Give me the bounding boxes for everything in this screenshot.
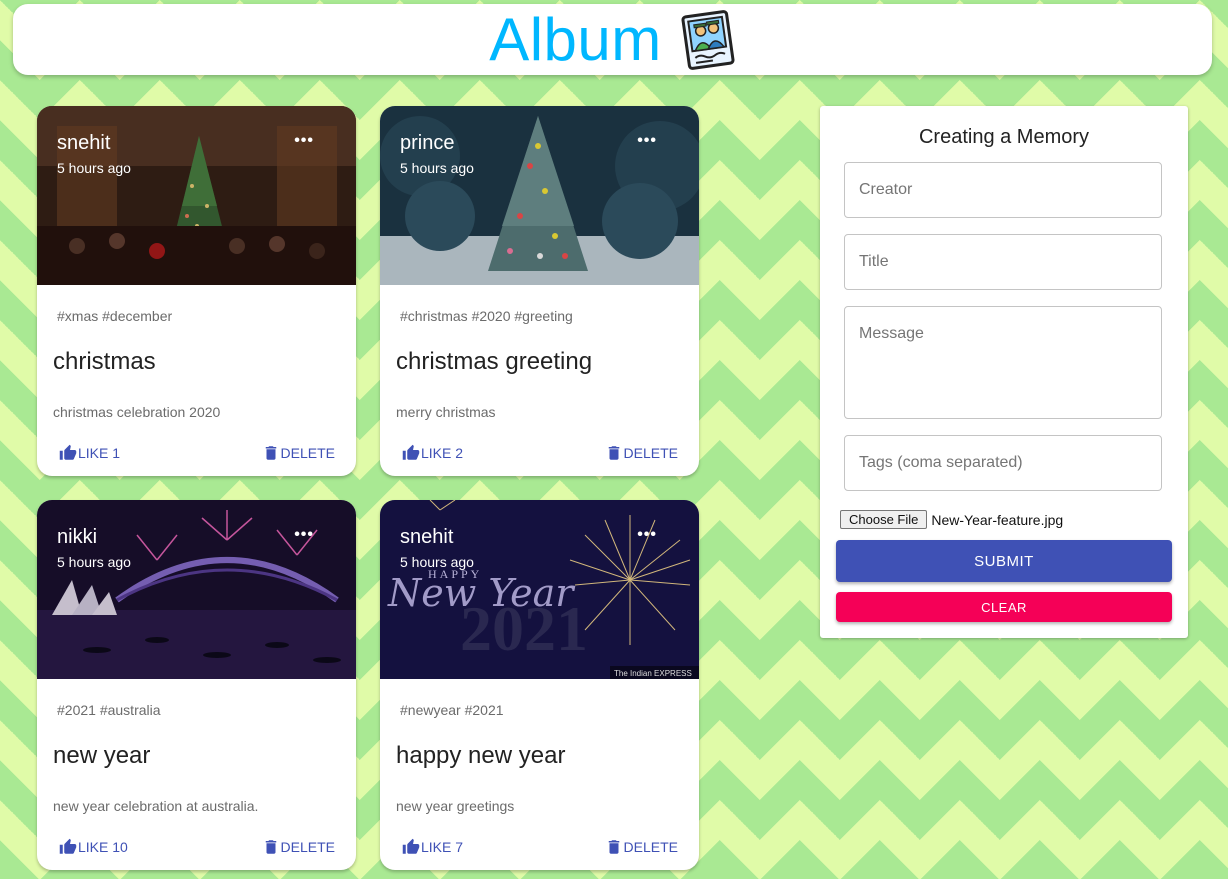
more-options-icon[interactable]: ••• (294, 133, 314, 149)
like-label: LIKE 2 (421, 445, 464, 461)
file-name: New-Year-feature.jpg (931, 511, 1064, 528)
like-button[interactable]: LIKE 7 (402, 838, 463, 856)
post-tags: #christmas #2020 #greeting (400, 308, 573, 324)
post-message: merry christmas (396, 404, 496, 420)
app-header: Album (13, 4, 1212, 75)
banner-credit-text: The Indian EXPRESS (614, 669, 692, 678)
message-placeholder: Message (859, 325, 924, 342)
creator-placeholder: Creator (859, 181, 913, 198)
post-time: 5 hours ago (57, 554, 131, 570)
happy-new-year-banner: 2021 HAPPY New Year The Indian EXPRESS s… (380, 500, 699, 679)
form-title: Creating a Memory (918, 126, 1090, 148)
delete-label: DELETE (280, 445, 335, 461)
choose-file-button[interactable]: Choose File (840, 510, 928, 529)
post-tags: #xmas #december (57, 308, 173, 324)
sydney-fireworks-photo: nikki 5 hours ago ••• (37, 500, 356, 679)
more-options-icon[interactable]: ••• (637, 133, 657, 149)
post-tags: #2021 #australia (57, 702, 161, 718)
post-title: new year (53, 742, 151, 769)
file-input: Choose File New-Year-feature.jpg (840, 510, 1063, 529)
photo-album-icon (681, 9, 735, 70)
creator-field[interactable]: Creator (844, 162, 1162, 218)
delete-button[interactable]: DELETE (605, 444, 678, 462)
trash-icon (608, 446, 619, 460)
thumb-up-icon (402, 838, 420, 854)
tags-field[interactable]: Tags (coma separated) (844, 435, 1162, 491)
title-placeholder: Title (859, 253, 889, 270)
post-card: 2021 HAPPY New Year The Indian EXPRESS s… (380, 500, 699, 870)
like-label: LIKE 10 (78, 839, 128, 855)
like-button[interactable]: LIKE 2 (402, 444, 463, 462)
submit-button[interactable]: SUBMIT (836, 540, 1172, 582)
banner-new-year-text: New Year (387, 571, 576, 615)
title-field[interactable]: Title (844, 234, 1162, 290)
post-title: christmas (53, 348, 156, 375)
delete-button[interactable]: DELETE (262, 838, 335, 856)
delete-button[interactable]: DELETE (605, 838, 678, 856)
post-creator: snehit (400, 526, 454, 548)
post-card: prince 5 hours ago ••• #christmas #2020 … (380, 106, 699, 476)
app-title: Album (489, 5, 662, 73)
tags-placeholder: Tags (coma separated) (859, 454, 1023, 471)
create-memory-form: Creating a Memory Creator Title Message … (820, 106, 1188, 638)
like-label: LIKE 7 (421, 839, 464, 855)
clear-button[interactable]: CLEAR (836, 592, 1172, 622)
post-message: new year greetings (396, 798, 515, 814)
post-message: christmas celebration 2020 (53, 404, 221, 420)
delete-label: DELETE (623, 445, 678, 461)
trash-icon (265, 446, 276, 460)
post-creator: nikki (57, 526, 98, 548)
more-options-icon[interactable]: ••• (637, 527, 657, 543)
delete-button[interactable]: DELETE (262, 444, 335, 462)
trash-icon (608, 840, 619, 854)
like-button[interactable]: LIKE 1 (59, 444, 120, 462)
message-field[interactable]: Message (844, 306, 1162, 419)
post-tags: #newyear #2021 (400, 702, 504, 718)
post-time: 5 hours ago (57, 160, 131, 176)
delete-label: DELETE (280, 839, 335, 855)
post-time: 5 hours ago (400, 554, 474, 570)
trash-icon (265, 840, 276, 854)
christmas-crowd-photo: snehit 5 hours ago ••• (37, 106, 356, 285)
post-creator: snehit (57, 132, 111, 154)
post-title: happy new year (396, 742, 566, 769)
post-time: 5 hours ago (400, 160, 474, 176)
christmas-tree-photo: prince 5 hours ago ••• (380, 106, 699, 285)
thumb-up-icon (59, 838, 77, 854)
post-creator: prince (400, 132, 455, 154)
post-message: new year celebration at australia. (53, 798, 259, 814)
like-label: LIKE 1 (78, 445, 121, 461)
post-card: nikki 5 hours ago ••• #2021 #australia n… (37, 500, 356, 870)
like-button[interactable]: LIKE 10 (59, 838, 128, 856)
thumb-up-icon (59, 444, 77, 460)
delete-label: DELETE (623, 839, 678, 855)
more-options-icon[interactable]: ••• (294, 527, 314, 543)
post-title: christmas greeting (396, 348, 593, 375)
post-card: snehit 5 hours ago ••• #xmas #december c… (37, 106, 356, 476)
thumb-up-icon (402, 444, 420, 460)
